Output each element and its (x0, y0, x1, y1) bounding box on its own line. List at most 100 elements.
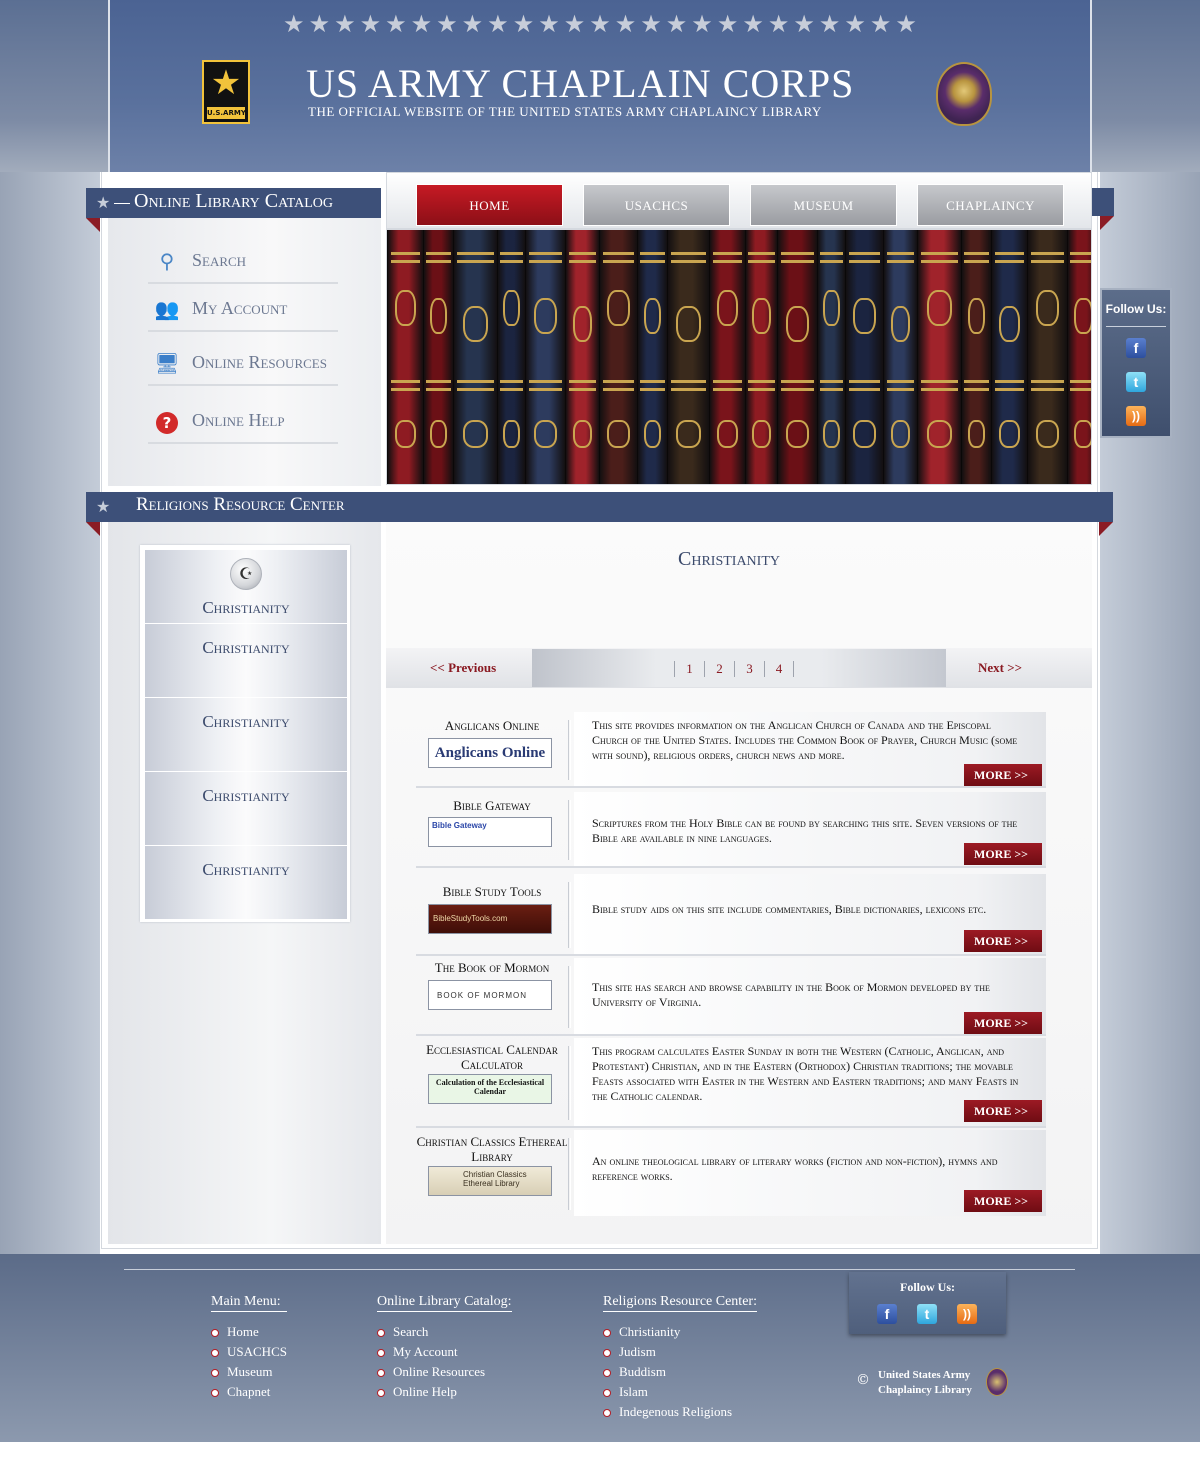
religion-item[interactable]: Christianity (145, 772, 347, 845)
resource-name[interactable]: Christian Classics Ethereal Library (416, 1134, 568, 1164)
divider (568, 882, 571, 948)
more-button[interactable]: MORE >> (964, 764, 1042, 786)
more-button[interactable]: MORE >> (964, 843, 1042, 865)
resource-name[interactable]: Anglicans Online (416, 718, 568, 733)
catalog-item-online-help[interactable]: ? Online Help (148, 398, 338, 444)
resource-thumbnail[interactable]: Christian Classics Ethereal Library (428, 1166, 552, 1196)
divider (568, 966, 571, 1028)
chaplain-seal-icon (986, 1368, 1008, 1396)
site-header: ★★★★★★★★★★★★★★★★★★★★★★★★★ ★ U.S.ARMY US … (108, 0, 1092, 172)
page-link[interactable]: 3 (734, 661, 764, 677)
resource-description: This site has search and browse capabili… (592, 980, 990, 1009)
footer-link-buddism[interactable]: Buddism (603, 1364, 757, 1384)
footer-link-online-resources[interactable]: Online Resources (377, 1364, 512, 1384)
catalog-title: Online Library Catalog (134, 190, 333, 212)
page-link[interactable]: 4 (764, 661, 794, 677)
book-spine (991, 230, 1027, 484)
footer-catalog: Online Library Catalog: Search My Accoun… (377, 1294, 512, 1404)
footer-link-usachcs[interactable]: USACHCS (211, 1344, 287, 1364)
twitter-icon[interactable]: t (1126, 372, 1146, 392)
more-button[interactable]: MORE >> (964, 930, 1042, 952)
resource-name[interactable]: Bible Gateway (416, 798, 568, 813)
help-icon: ? (154, 408, 180, 434)
book-spine (777, 230, 817, 484)
religion-item-christianity[interactable]: ☪ Christianity (145, 550, 347, 623)
nav-ribbon-end (1092, 188, 1114, 230)
catalog-item-my-account[interactable]: 👥 My Account (148, 286, 338, 332)
catalog-item-search[interactable]: ⚲ Search (148, 238, 338, 284)
page-link[interactable]: 2 (704, 661, 734, 677)
resource-name[interactable]: Ecclesiastical Calendar Calculator (416, 1042, 568, 1072)
religion-item[interactable]: Christianity (145, 846, 347, 919)
footer-link-christianity[interactable]: Christianity (603, 1324, 757, 1344)
tab-home[interactable]: HOME (416, 184, 563, 226)
star-icon: ★ (96, 497, 111, 516)
book-spine (565, 230, 599, 484)
more-button[interactable]: MORE >> (964, 1100, 1042, 1122)
facebook-icon[interactable]: f (1126, 338, 1146, 358)
religion-item[interactable]: Christianity (145, 698, 347, 771)
rrc-title: Religions Resource Center (136, 494, 345, 515)
rss-icon[interactable]: )) (1126, 406, 1146, 426)
divider (568, 800, 571, 860)
divider (568, 1046, 571, 1120)
footer-link-search[interactable]: Search (377, 1324, 512, 1344)
divider (568, 1138, 571, 1210)
page-link[interactable]: 1 (674, 661, 704, 677)
facebook-icon[interactable]: f (877, 1304, 897, 1324)
catalog-item-label: Search (192, 250, 247, 270)
army-logo-text: U.S.ARMY (207, 107, 246, 119)
footer-link-judism[interactable]: Judism (603, 1344, 757, 1364)
tab-usachcs[interactable]: USACHCS (583, 184, 730, 226)
resource-thumbnail[interactable]: Anglicans Online (428, 738, 552, 768)
rss-icon[interactable]: )) (957, 1304, 977, 1324)
resource-description: Scriptures from the Holy Bible can be fo… (592, 816, 1018, 845)
footer-link-islam[interactable]: Islam (603, 1384, 757, 1404)
footer-link-my-account[interactable]: My Account (377, 1344, 512, 1364)
book-spine (1067, 230, 1091, 484)
book-spine (453, 230, 497, 484)
book-spine (709, 230, 745, 484)
site-footer: Main Menu: Home USACHCS Museum Chapnet O… (0, 1254, 1200, 1442)
chaplain-corps-seal[interactable] (936, 62, 992, 126)
footer-link-chapnet[interactable]: Chapnet (211, 1384, 287, 1404)
catalog-item-online-resources[interactable]: 🖥 Online Resources (148, 340, 338, 386)
resource-item: Ecclesiastical Calendar Calculator Calcu… (416, 1038, 1046, 1128)
more-button[interactable]: MORE >> (964, 1190, 1042, 1212)
main-nav: HOME USACHCS MUSEUM CHAPLAINCY (386, 172, 1092, 229)
book-spine (1027, 230, 1067, 484)
resource-name[interactable]: Bible Study Tools (416, 884, 568, 899)
copyright-symbol: © (856, 1372, 870, 1388)
previous-link[interactable]: << Previous (430, 660, 496, 676)
resource-thumbnail[interactable]: BOOK OF MORMON (428, 980, 552, 1010)
footer-link-home[interactable]: Home (211, 1324, 287, 1344)
book-spine (497, 230, 525, 484)
header-stars: ★★★★★★★★★★★★★★★★★★★★★★★★★ (283, 10, 921, 36)
resource-name[interactable]: The Book of Mormon (416, 960, 568, 975)
tab-museum[interactable]: MUSEUM (750, 184, 897, 226)
book-spine (961, 230, 991, 484)
ribbon-fold (86, 522, 100, 536)
footer-follow-us: Follow Us: f t )) (849, 1272, 1006, 1334)
copyright-text: United States Army Chaplaincy Library (878, 1368, 972, 1398)
tab-chaplaincy[interactable]: CHAPLAINCY (917, 184, 1064, 226)
footer-link-indegenous-religions[interactable]: Indegenous Religions (603, 1404, 757, 1424)
footer-link-museum[interactable]: Museum (211, 1364, 287, 1384)
us-army-logo[interactable]: ★ U.S.ARMY (202, 60, 250, 124)
religion-item[interactable]: Christianity (145, 624, 347, 697)
footer-link-online-help[interactable]: Online Help (377, 1384, 512, 1404)
resource-description: An online theological library of literar… (592, 1154, 998, 1183)
resource-thumbnail[interactable]: Bible Gateway (428, 817, 552, 847)
book-spine (745, 230, 777, 484)
book-spine (423, 230, 453, 484)
resource-description: This site provides information on the An… (592, 718, 1018, 762)
religion-label: Christianity (202, 598, 290, 617)
twitter-icon[interactable]: t (917, 1304, 937, 1324)
resource-thumbnail[interactable]: Calculation of the Ecclesiastical Calend… (428, 1074, 552, 1104)
book-spine (817, 230, 845, 484)
next-link[interactable]: Next >> (978, 660, 1022, 676)
resource-thumbnail[interactable]: BibleStudyTools.com (428, 904, 552, 934)
book-spine (667, 230, 709, 484)
follow-us-title: Follow Us: (1105, 302, 1167, 316)
more-button[interactable]: MORE >> (964, 1012, 1042, 1034)
